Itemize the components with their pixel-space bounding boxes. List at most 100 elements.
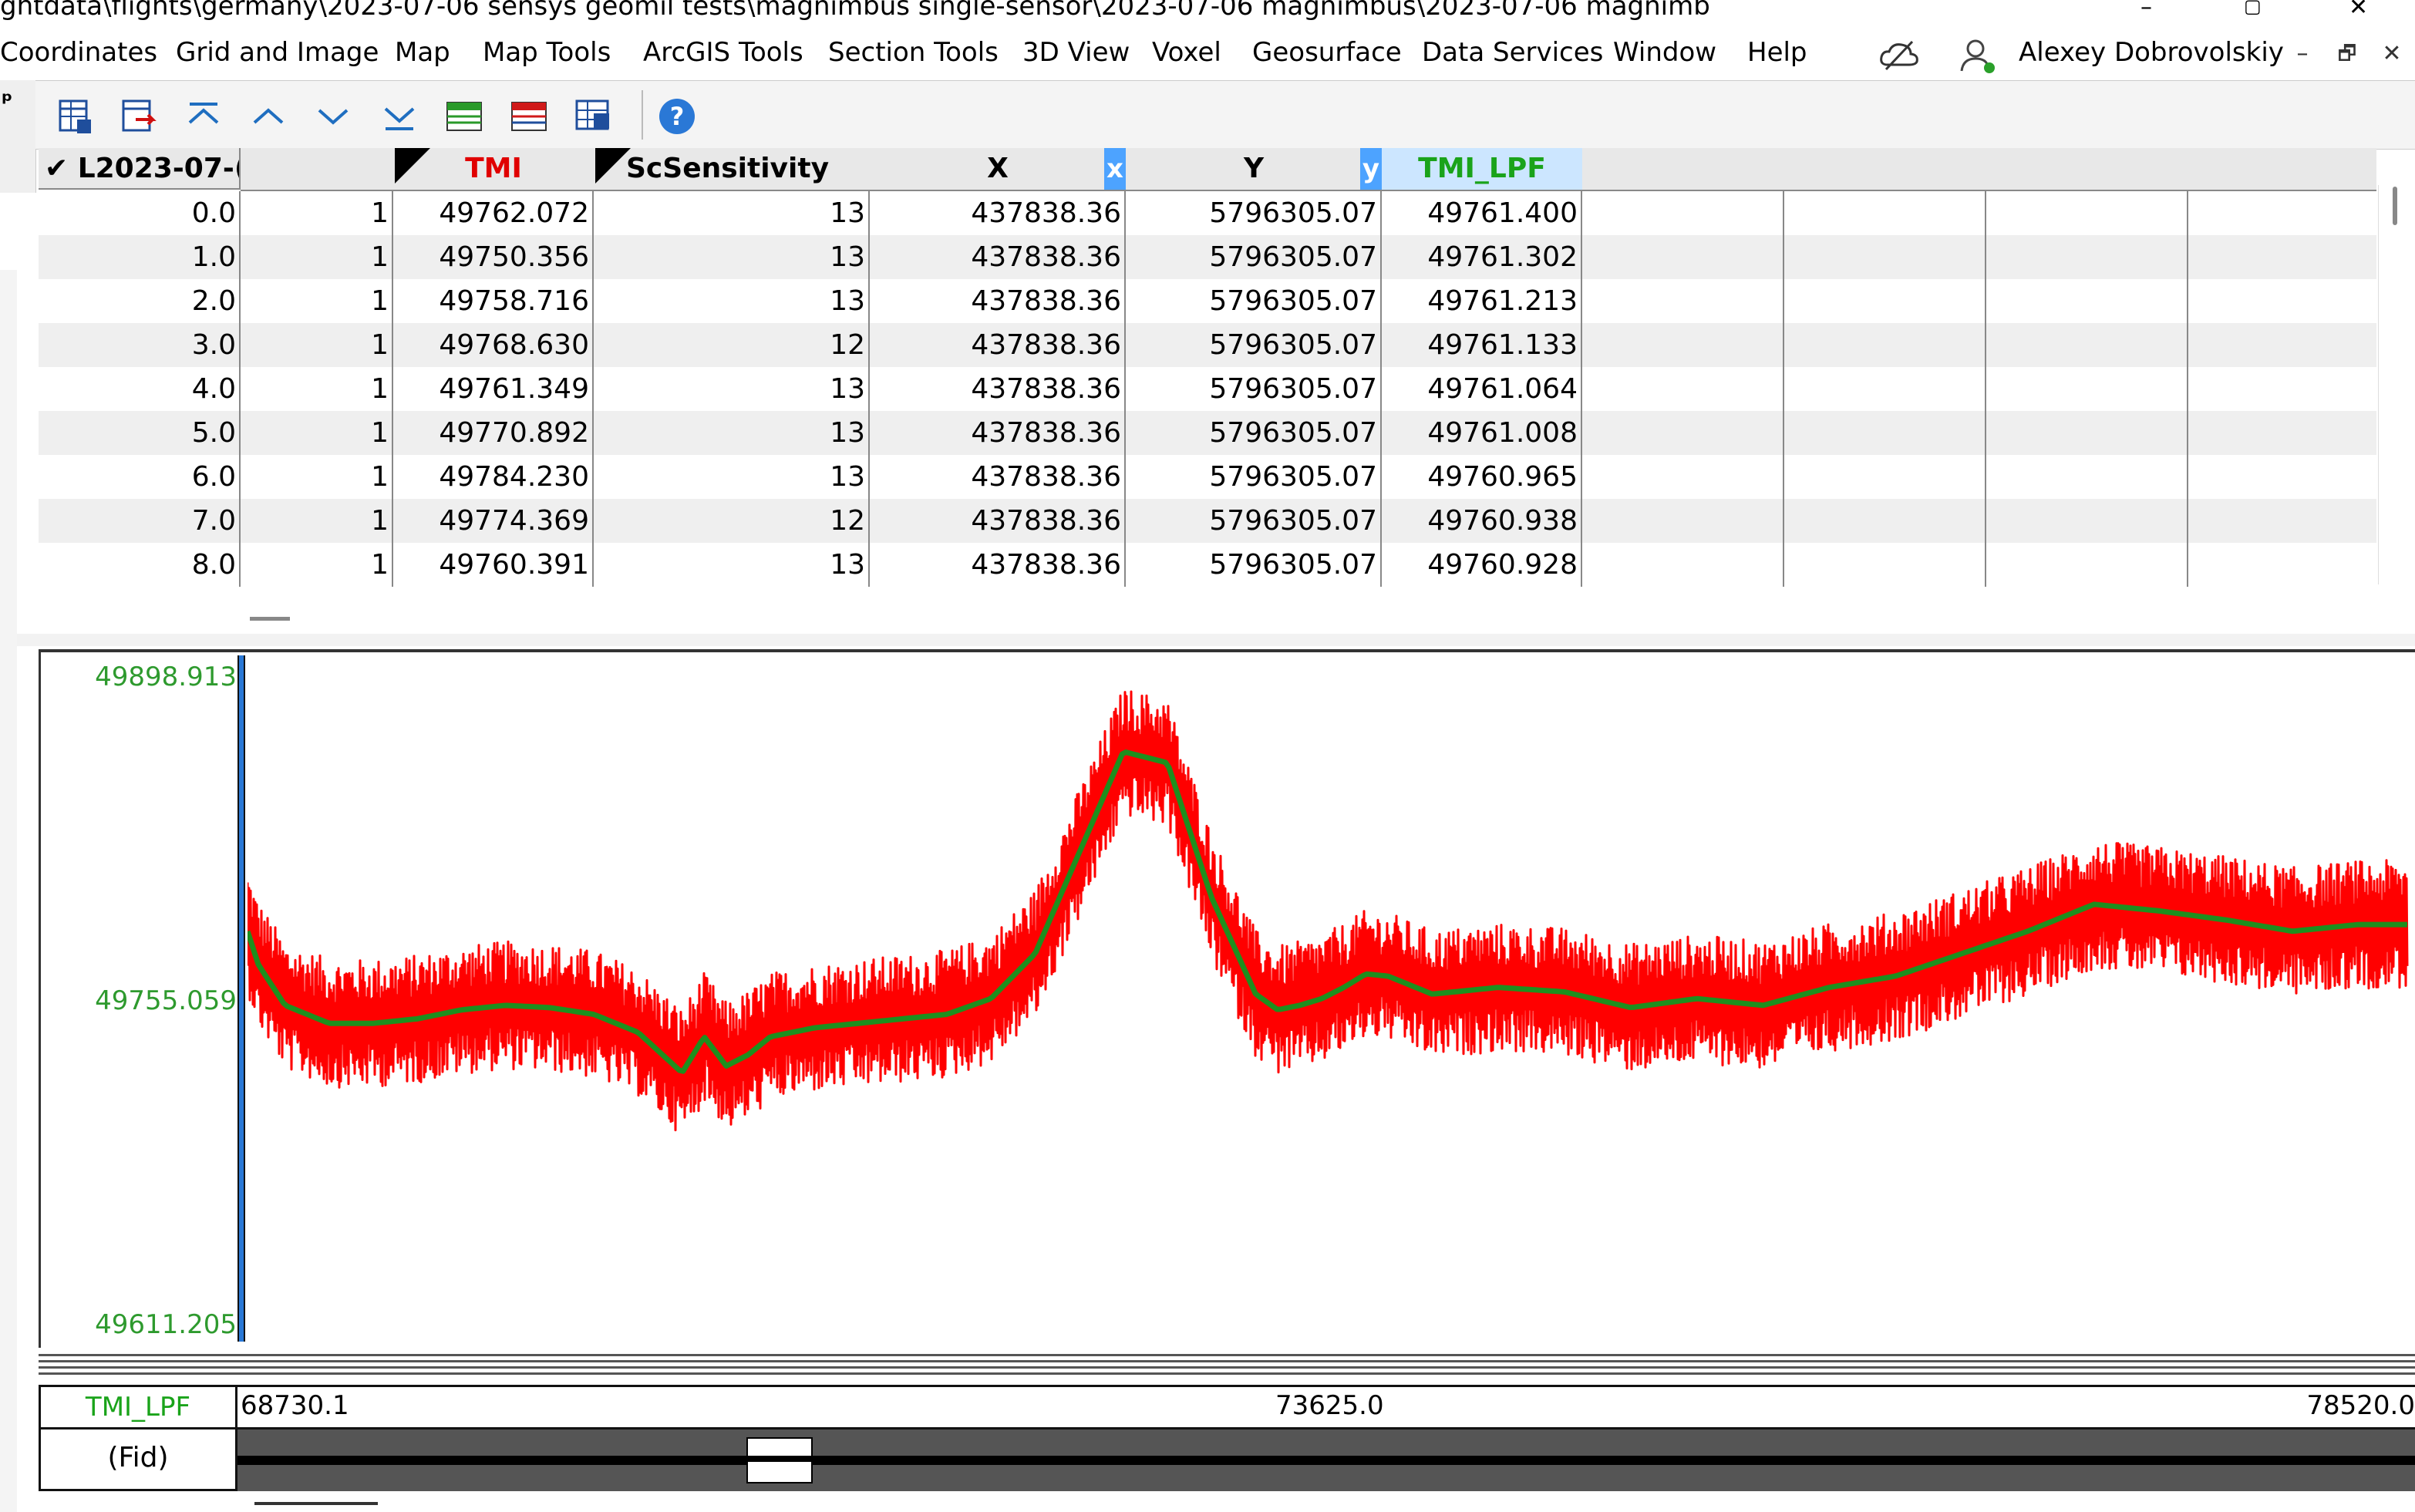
menu-geosurface[interactable]: Geosurface [1252, 37, 1402, 68]
table-cell-valid[interactable]: 1 [241, 499, 393, 543]
table-cell-sens[interactable]: 12 [594, 499, 870, 543]
table-cell-tmi[interactable]: 49758.716 [393, 279, 594, 323]
grid-settings-icon[interactable] [574, 96, 614, 136]
menu-data-services[interactable]: Data Services [1422, 37, 1603, 68]
table-cell-valid[interactable]: 1 [241, 411, 393, 455]
table-cell-fid[interactable]: 8.0 [39, 543, 241, 587]
user-account-icon[interactable] [1959, 37, 1997, 76]
x-channel-label[interactable]: TMI_LPF [39, 1385, 237, 1429]
table-cell-y[interactable]: 5796305.07 [1126, 235, 1382, 279]
table-cell-sens[interactable]: 13 [594, 411, 870, 455]
column-header-y[interactable]: Y y [1126, 148, 1383, 191]
table-cell-fid[interactable]: 0.0 [39, 191, 241, 235]
splitter-grip[interactable] [250, 617, 290, 621]
table-cell-empty[interactable] [1582, 323, 1784, 367]
fid-scroll-thumb[interactable] [746, 1437, 813, 1483]
fid-scroll-track[interactable] [237, 1429, 2415, 1491]
menu-arcgis-tools[interactable]: ArcGIS Tools [643, 37, 803, 68]
table-cell-empty[interactable] [1784, 499, 1986, 543]
table-cell-fid[interactable]: 6.0 [39, 455, 241, 499]
menu-help[interactable]: Help [1747, 37, 1807, 68]
help-icon[interactable]: ? [657, 96, 697, 136]
table-cell-y[interactable]: 5796305.07 [1126, 499, 1382, 543]
table-cell-empty[interactable] [1582, 367, 1784, 411]
table-cell-sens[interactable]: 13 [594, 455, 870, 499]
table-cell-empty[interactable] [1986, 279, 2188, 323]
menu-coordinates[interactable]: Coordinates [0, 37, 157, 68]
scroll-top-icon[interactable] [184, 96, 224, 136]
table-cell-empty[interactable] [1582, 191, 1784, 235]
table-cell-lpf[interactable]: 49760.938 [1382, 499, 1582, 543]
chart-panel-divider[interactable] [39, 1351, 2415, 1377]
table-cell-empty[interactable] [1582, 411, 1784, 455]
table-cell-empty[interactable] [1784, 279, 1986, 323]
table-cell-y[interactable]: 5796305.07 [1126, 367, 1382, 411]
table-cell-x[interactable]: 437838.36 [870, 279, 1126, 323]
table-cell-y[interactable]: 5796305.07 [1126, 455, 1382, 499]
table-cell-sens[interactable]: 13 [594, 191, 870, 235]
table-cell-fid[interactable]: 5.0 [39, 411, 241, 455]
table-cell-x[interactable]: 437838.36 [870, 367, 1126, 411]
table-cell-empty[interactable] [1986, 191, 2188, 235]
mdi-restore-button[interactable]: 🗗 [2333, 40, 2361, 68]
table-cell-x[interactable]: 437838.36 [870, 499, 1126, 543]
table-cell-fid[interactable]: 1.0 [39, 235, 241, 279]
column-header-empty[interactable] [2188, 148, 2376, 191]
mdi-close-button[interactable]: ✕ [2378, 40, 2406, 68]
table-cell-tmi[interactable]: 49750.356 [393, 235, 594, 279]
column-header-tmi[interactable]: TMI [393, 148, 595, 191]
table-cell-lpf[interactable]: 49761.302 [1382, 235, 1582, 279]
table-cell-tmi[interactable]: 49768.630 [393, 323, 594, 367]
cloud-offline-icon[interactable] [1878, 39, 1920, 72]
table-cell-fid[interactable]: 2.0 [39, 279, 241, 323]
grid-green-icon[interactable] [444, 96, 484, 136]
table-cell-x[interactable]: 437838.36 [870, 323, 1126, 367]
table-cell-fid[interactable]: 4.0 [39, 367, 241, 411]
table-cell-empty[interactable] [1784, 455, 1986, 499]
table-cell-x[interactable]: 437838.36 [870, 543, 1126, 587]
table-cell-tmi[interactable]: 49762.072 [393, 191, 594, 235]
table-cell-sens[interactable]: 13 [594, 279, 870, 323]
table-cell-lpf[interactable]: 49761.400 [1382, 191, 1582, 235]
table-cell-empty[interactable] [1582, 279, 1784, 323]
table-cell-empty[interactable] [1986, 543, 2188, 587]
pin-icon[interactable]: ᵖ [2, 88, 12, 115]
table-cell-y[interactable]: 5796305.07 [1126, 411, 1382, 455]
save-table-icon[interactable] [56, 96, 96, 136]
table-cell-empty[interactable] [1784, 543, 1986, 587]
table-cell-empty[interactable] [1784, 411, 1986, 455]
menu-map[interactable]: Map [395, 37, 450, 68]
table-cell-empty[interactable] [1582, 499, 1784, 543]
table-cell-valid[interactable]: 1 [241, 235, 393, 279]
table-cell-empty[interactable] [1784, 191, 1986, 235]
table-cell-lpf[interactable]: 49761.213 [1382, 279, 1582, 323]
table-cell-y[interactable]: 5796305.07 [1126, 323, 1382, 367]
table-cell-x[interactable]: 437838.36 [870, 191, 1126, 235]
pane-splitter[interactable] [0, 634, 2415, 646]
table-cell-lpf[interactable]: 49760.928 [1382, 543, 1582, 587]
table-cell-empty[interactable] [1986, 411, 2188, 455]
column-header-tmi-lpf[interactable]: TMI_LPF [1382, 148, 1584, 191]
table-cell-lpf[interactable]: 49760.965 [1382, 455, 1582, 499]
mdi-minimize-button[interactable]: – [2289, 40, 2316, 68]
menu-3d-view[interactable]: 3D View [1022, 37, 1130, 68]
table-cell-lpf[interactable]: 49761.133 [1382, 323, 1582, 367]
table-cell-valid[interactable]: 1 [241, 543, 393, 587]
table-cell-empty[interactable] [1986, 235, 2188, 279]
table-cell-tmi[interactable]: 49784.230 [393, 455, 594, 499]
table-cell-fid[interactable]: 3.0 [39, 323, 241, 367]
export-table-icon[interactable] [119, 96, 159, 136]
table-cell-y[interactable]: 5796305.07 [1126, 543, 1382, 587]
table-cell-empty[interactable] [1784, 235, 1986, 279]
table-cell-sens[interactable]: 13 [594, 543, 870, 587]
table-cell-y[interactable]: 5796305.07 [1126, 279, 1382, 323]
table-cell-empty[interactable] [1986, 367, 2188, 411]
table-cell-valid[interactable]: 1 [241, 323, 393, 367]
table-cell-valid[interactable]: 1 [241, 367, 393, 411]
table-cell-empty[interactable] [1582, 235, 1784, 279]
table-cell-empty[interactable] [1986, 499, 2188, 543]
table-vertical-scrollbar[interactable] [2378, 185, 2414, 584]
window-minimize-button[interactable]: – [2140, 0, 2152, 21]
table-cell-fid[interactable]: 7.0 [39, 499, 241, 543]
menu-grid-and-image[interactable]: Grid and Image [176, 37, 379, 68]
